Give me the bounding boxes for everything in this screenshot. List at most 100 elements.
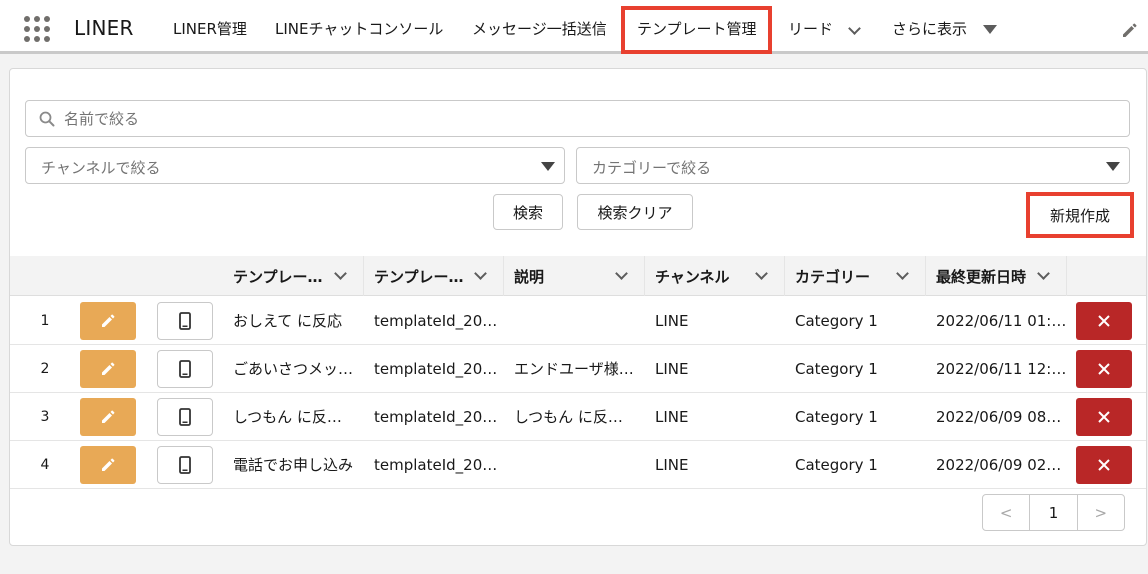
template-list-card: チャンネルで絞る カテゴリーで絞る 検索 検索クリア 新規作成 テンプレー… テ… (9, 68, 1147, 546)
column-header-label: テンプレー… (233, 267, 323, 286)
close-icon (1098, 411, 1110, 423)
category-filter-select[interactable]: カテゴリーで絞る (576, 147, 1130, 184)
caret-down-icon[interactable] (983, 25, 997, 34)
column-header-description[interactable]: 説明 (504, 256, 645, 296)
edit-button[interactable] (80, 398, 136, 436)
preview-button[interactable] (157, 350, 213, 388)
close-icon (1098, 315, 1110, 327)
channel-cell: LINE (655, 311, 689, 330)
name-filter-input[interactable] (64, 106, 1104, 132)
category-filter-placeholder: カテゴリーで絞る (592, 159, 712, 177)
table-row: 2 ごあいさつメッ… templateId_20… エンドユーザ様… LINE … (10, 345, 1146, 393)
column-header-label: チャンネル (655, 267, 730, 286)
updated-cell: 2022/06/09 08… (936, 407, 1062, 426)
table-row: 4 電話でお申し込み templateId_20… LINE Category … (10, 441, 1146, 489)
caret-down-icon (1106, 162, 1120, 171)
chevron-down-icon[interactable] (474, 267, 487, 280)
pencil-icon (102, 410, 115, 423)
nav-item-more[interactable]: さらに表示 (892, 18, 967, 39)
chevron-down-icon[interactable] (896, 267, 909, 280)
template-id-cell: templateId_20… (374, 407, 498, 426)
column-header-category[interactable]: カテゴリー (785, 256, 926, 296)
close-icon (1098, 459, 1110, 471)
pencil-icon (102, 362, 115, 375)
pencil-icon (102, 314, 115, 327)
description-cell: エンドユーザ様… (514, 360, 634, 378)
caret-down-icon (541, 162, 555, 171)
edit-button[interactable] (80, 446, 136, 484)
chevron-down-icon[interactable] (848, 22, 861, 35)
description-cell: しつもん に反… (514, 408, 623, 426)
template-name-cell: 電話でお申し込み (233, 456, 354, 474)
delete-button[interactable] (1076, 398, 1132, 436)
delete-button[interactable] (1076, 446, 1132, 484)
search-icon (39, 111, 55, 127)
template-name-cell: しつもん に反… (233, 408, 342, 426)
edit-button[interactable] (80, 350, 136, 388)
column-header-label: テンプレー… (374, 267, 464, 286)
nav-item-liner-admin[interactable]: LINER管理 (173, 18, 247, 39)
new-template-button[interactable]: 新規作成 (1033, 197, 1127, 233)
updated-cell: 2022/06/09 02… (936, 455, 1062, 474)
channel-cell: LINE (655, 407, 689, 426)
next-page-button[interactable]: > (1076, 495, 1124, 530)
template-id-cell: templateId_20… (374, 455, 498, 474)
mobile-phone-icon (179, 408, 191, 426)
top-nav: LINER LINER管理 LINEチャットコンソール メッセージ一括送信 テン… (0, 0, 1148, 54)
row-number: 4 (40, 456, 50, 473)
table-row: 3 しつもん に反… templateId_20… しつもん に反… LINE … (10, 393, 1146, 441)
category-cell: Category 1 (795, 407, 878, 426)
edit-nav-icon[interactable] (1121, 22, 1138, 39)
app-launcher-icon[interactable] (24, 16, 50, 42)
row-number: 3 (40, 408, 50, 425)
nav-item-leads[interactable]: リード (788, 18, 833, 39)
column-header-channel[interactable]: チャンネル (645, 256, 785, 296)
nav-item-chat-console[interactable]: LINEチャットコンソール (275, 18, 443, 39)
channel-cell: LINE (655, 359, 689, 378)
chevron-down-icon[interactable] (334, 267, 347, 280)
active-tab-highlight (621, 6, 772, 54)
column-header-label: 説明 (514, 267, 545, 286)
edit-button[interactable] (80, 302, 136, 340)
search-button[interactable]: 検索 (493, 194, 563, 230)
column-header-updated[interactable]: 最終更新日時 (926, 256, 1067, 296)
category-cell: Category 1 (795, 455, 878, 474)
mobile-phone-icon (179, 360, 191, 378)
column-header-label: 最終更新日時 (936, 267, 1027, 286)
row-number: 1 (40, 312, 50, 329)
name-filter[interactable] (25, 100, 1130, 137)
updated-cell: 2022/06/11 01:… (936, 311, 1066, 330)
mobile-phone-icon (179, 312, 191, 330)
description-cell (514, 297, 639, 344)
delete-button[interactable] (1076, 302, 1132, 340)
column-header-template-name[interactable]: テンプレー… (223, 256, 364, 296)
channel-cell: LINE (655, 455, 689, 474)
pencil-icon (102, 458, 115, 471)
updated-cell: 2022/06/11 12:… (936, 359, 1066, 378)
clear-search-button[interactable]: 検索クリア (577, 194, 693, 230)
current-page[interactable]: 1 (1029, 495, 1076, 530)
preview-button[interactable] (157, 302, 213, 340)
preview-button[interactable] (157, 398, 213, 436)
chevron-down-icon[interactable] (755, 267, 768, 280)
table-row: 1 おしえて に反応 templateId_20… LINE Category … (10, 297, 1146, 345)
nav-item-bulk-message[interactable]: メッセージ一括送信 (472, 18, 607, 39)
channel-filter-placeholder: チャンネルで絞る (41, 159, 161, 177)
chevron-down-icon[interactable] (1037, 267, 1050, 280)
channel-filter-select[interactable]: チャンネルで絞る (25, 147, 565, 184)
column-header-label: カテゴリー (795, 267, 871, 286)
description-cell (514, 441, 639, 488)
delete-button[interactable] (1076, 350, 1132, 388)
template-name-cell: おしえて に反応 (233, 312, 343, 330)
table-header: テンプレー… テンプレー… 説明 チャンネル カテゴリー 最終更新日時 (10, 256, 1146, 296)
template-id-cell: templateId_20… (374, 311, 498, 330)
chevron-down-icon[interactable] (615, 267, 628, 280)
app-name: LINER (74, 16, 134, 40)
category-cell: Category 1 (795, 311, 878, 330)
preview-button[interactable] (157, 446, 213, 484)
prev-page-button[interactable]: < (983, 495, 1029, 530)
column-header-template-id[interactable]: テンプレー… (364, 256, 504, 296)
category-cell: Category 1 (795, 359, 878, 378)
template-name-cell: ごあいさつメッ… (233, 360, 354, 378)
row-number: 2 (40, 360, 50, 377)
